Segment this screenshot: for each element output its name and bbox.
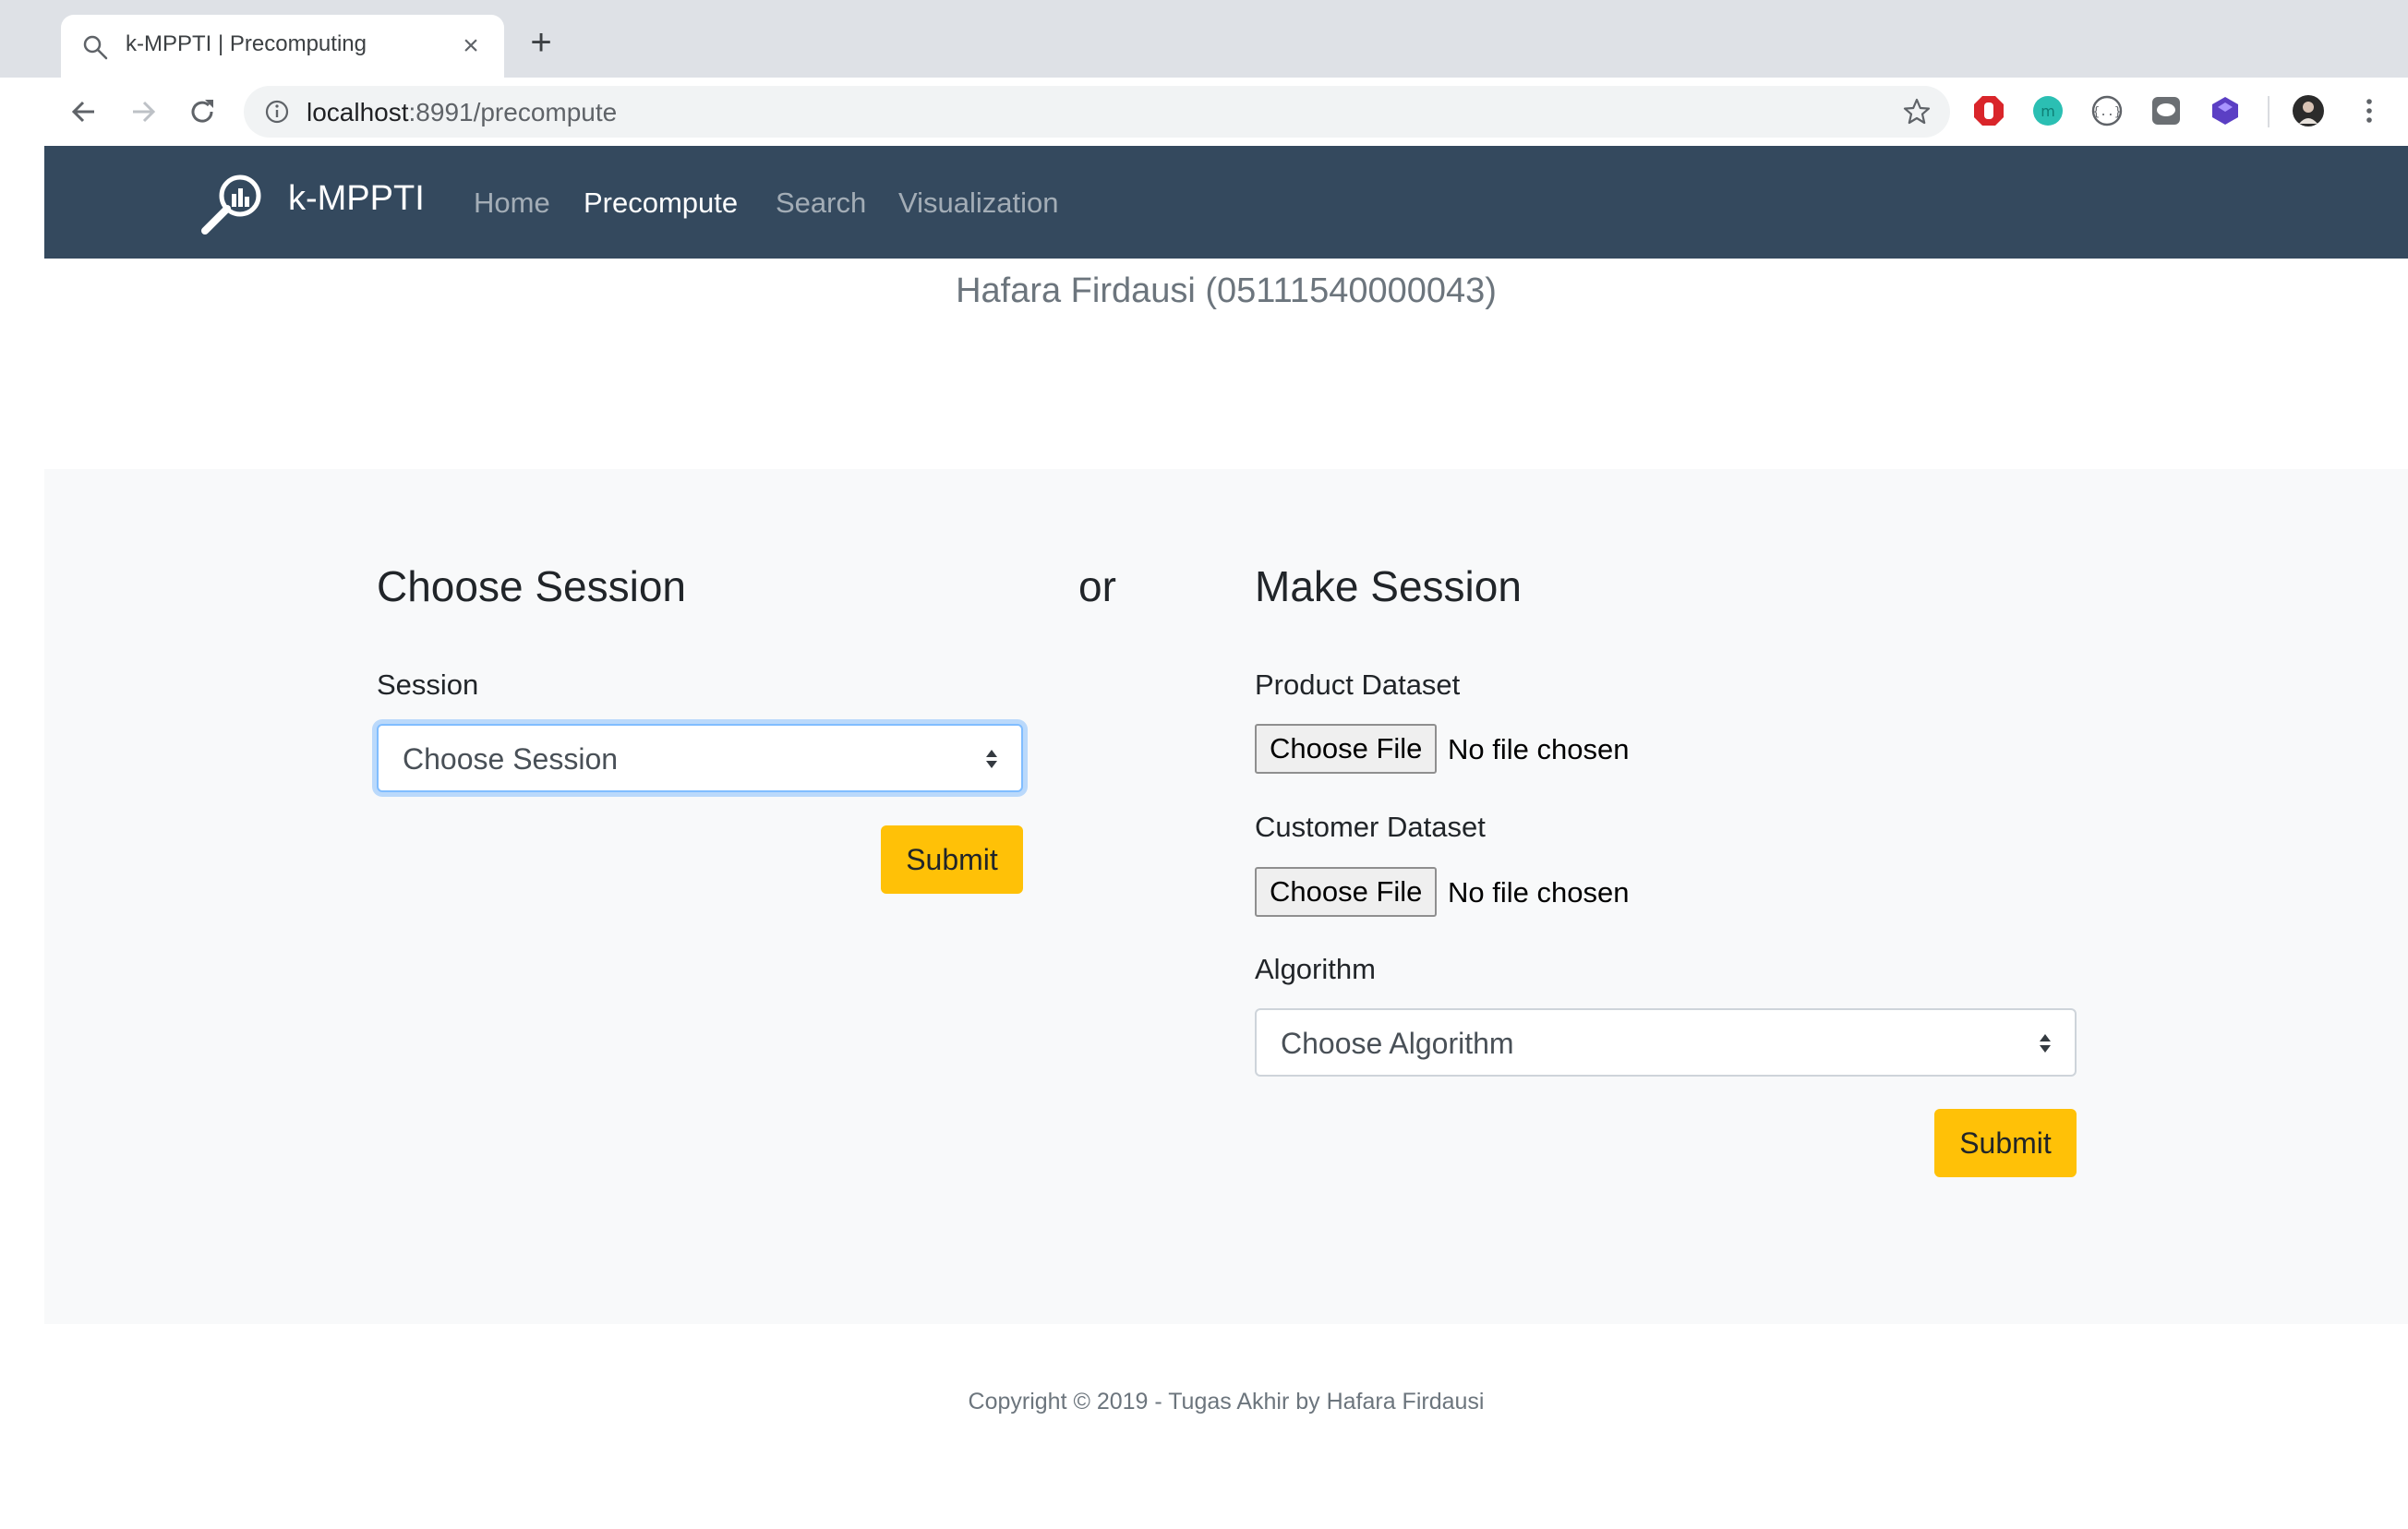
brand-name[interactable]: k-MPPTI [288,179,425,219]
url-text: localhost:8991/precompute [307,98,617,127]
svg-text:{..}: {..} [2092,105,2121,119]
url-path: :8991/precompute [408,98,618,126]
nav-link-search[interactable]: Search [776,187,866,220]
choose-session-heading: Choose Session [377,562,686,610]
menu-dots-icon[interactable] [2353,94,2386,127]
close-tab-icon[interactable]: × [458,32,484,60]
select-arrows-icon [986,750,997,768]
choose-session-submit-button[interactable]: Submit [881,825,1023,894]
profile-avatar-icon[interactable] [2292,94,2325,127]
session-section: Choose Session Session Choose Session Su… [44,469,2408,1324]
toolbar-divider [2268,96,2270,127]
info-icon[interactable] [264,99,290,125]
algorithm-select[interactable]: Choose Algorithm [1255,1008,2077,1077]
navbar: k-MPPTI Home Precompute Search Visualiza… [44,146,2408,259]
nav-link-home[interactable]: Home [474,187,550,220]
page: k-MPPTI Home Precompute Search Visualiza… [44,146,2408,1529]
reload-icon[interactable] [185,94,220,129]
product-file-button[interactable]: Choose File [1255,724,1438,774]
algorithm-label: Algorithm [1255,953,1376,985]
session-label: Session [377,668,479,701]
make-session-heading: Make Session [1255,562,1522,610]
purple-extension-icon[interactable] [2209,94,2242,127]
browser-tabstrip: k-MPPTI | Precomputing × + [0,0,2408,78]
search-icon [83,35,108,60]
nav-link-precompute[interactable]: Precompute [584,187,738,220]
product-file-status: No file chosen [1448,733,1630,765]
footer-copyright: Copyright © 2019 - Tugas Akhir by Hafara… [968,1389,1485,1415]
customer-dataset-label: Customer Dataset [1255,811,1486,843]
bookmark-star-icon[interactable] [1902,97,1932,126]
adblock-icon[interactable] [1972,94,2005,127]
line-extension-icon[interactable] [2149,94,2183,127]
url-host: localhost [307,98,409,126]
session-select[interactable]: Choose Session [377,724,1023,792]
svg-text:m: m [2041,102,2055,120]
address-bar[interactable]: localhost:8991/precompute [244,86,1950,138]
customer-file-status: No file chosen [1448,876,1630,909]
forward-icon[interactable] [126,94,161,129]
magnifier-chart-logo-icon[interactable] [199,170,266,236]
make-session-submit-button[interactable]: Submit [1934,1109,2077,1177]
nav-link-visualization[interactable]: Visualization [898,187,1058,220]
back-icon[interactable] [66,94,102,129]
author-subtitle: Hafara Firdausi (05111540000043) [956,271,1497,310]
or-text: or [1078,562,1116,610]
customer-file-button[interactable]: Choose File [1255,867,1438,917]
tab-title: k-MPPTI | Precomputing [126,31,367,56]
algorithm-select-value: Choose Algorithm [1281,1027,1514,1060]
select-arrows-icon [2040,1034,2051,1053]
json-viewer-icon[interactable]: {..} [2090,94,2124,127]
new-tab-icon[interactable]: + [523,24,560,63]
session-select-value: Choose Session [403,742,619,776]
browser-tab[interactable]: k-MPPTI | Precomputing × [61,15,504,78]
product-dataset-label: Product Dataset [1255,668,1461,701]
extension-m-icon[interactable]: m [2031,94,2065,127]
